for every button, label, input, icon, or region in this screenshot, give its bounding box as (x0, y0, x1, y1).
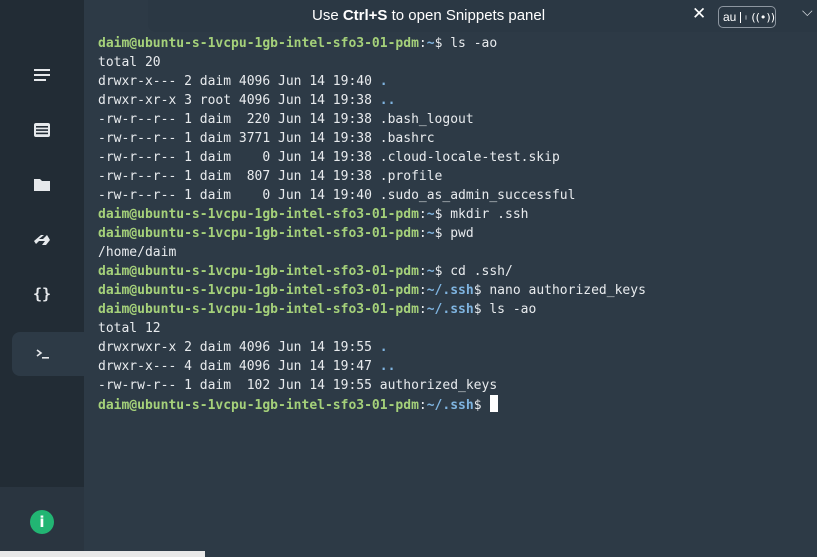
output-text: total 20 (98, 55, 161, 70)
output-text: drwxr-xr-x 3 root 4096 Jun 14 19:38 (98, 93, 380, 108)
prompt-user-host: daim@ubuntu-s-1vcpu-1gb-intel-sfo3-01-pd… (98, 264, 419, 279)
prompt-colon: : (418, 264, 427, 279)
prompt-path: ~ (426, 207, 435, 222)
prompt-path: ~/.ssh (426, 283, 474, 298)
output-line: drwxrwxr-x 2 daim 4096 Jun 14 19:55 . (98, 338, 808, 357)
command-text: pwd (442, 226, 474, 241)
output-line: drwxr-xr-x 3 root 4096 Jun 14 19:38 .. (98, 91, 808, 110)
output-line: total 20 (98, 53, 808, 72)
menu-icon[interactable] (12, 53, 72, 97)
prompt-line: daim@ubuntu-s-1vcpu-1gb-intel-sfo3-01-pd… (98, 34, 808, 53)
text-cursor-mark (740, 11, 741, 23)
output-text: -rw-r--r-- 1 daim 0 Jun 14 19:40 .sudo_a… (98, 188, 576, 203)
prompt-line: daim@ubuntu-s-1vcpu-1gb-intel-sfo3-01-pd… (98, 262, 808, 281)
chevron-down-icon[interactable]: ⌵ (802, 4, 813, 20)
output-text: -rw-r--r-- 1 daim 220 Jun 14 19:38 .bash… (98, 112, 474, 127)
output-line: -rw-r--r-- 1 daim 3771 Jun 14 19:38 .bas… (98, 129, 808, 148)
prompt-colon: : (418, 226, 427, 241)
sidebar-footer: i (0, 487, 84, 557)
output-text: drwxrwxr-x 2 daim 4096 Jun 14 19:55 (98, 340, 380, 355)
terminal-icon[interactable] (12, 332, 84, 376)
banner-prefix: Use (312, 7, 343, 24)
banner-suffix: to open Snippets panel (387, 7, 546, 24)
badge-text: au (723, 10, 737, 24)
snippets-glyph: {} (32, 285, 52, 303)
sidebar: {} i (0, 0, 84, 557)
prompt-line: daim@ubuntu-s-1vcpu-1gb-intel-sfo3-01-pd… (98, 281, 808, 300)
prompt-dollar: $ (473, 398, 482, 413)
folder-icon[interactable] (12, 162, 72, 206)
directory-name: .. (379, 93, 396, 108)
info-glyph: i (39, 513, 45, 531)
command-text: ls -ao (442, 36, 498, 51)
prompt-path: ~ (426, 264, 435, 279)
prompt-colon: : (418, 302, 427, 317)
prompt-user-host: daim@ubuntu-s-1vcpu-1gb-intel-sfo3-01-pd… (98, 398, 419, 413)
command-text: cd .ssh/ (442, 264, 513, 279)
directory-name: . (379, 74, 388, 89)
snippets-icon[interactable]: {} (12, 272, 72, 316)
prompt-user-host: daim@ubuntu-s-1vcpu-1gb-intel-sfo3-01-pd… (98, 207, 419, 222)
broadcast-icon: ((•)) (751, 10, 775, 24)
output-line: -rw-rw-r-- 1 daim 102 Jun 14 19:55 autho… (98, 376, 808, 395)
output-text: /home/daim (98, 245, 177, 260)
output-text: -rw-rw-r-- 1 daim 102 Jun 14 19:55 autho… (98, 378, 498, 393)
prompt-colon: : (418, 398, 427, 413)
prompt-path: ~ (426, 36, 435, 51)
output-text: -rw-r--r-- 1 daim 807 Jun 14 19:38 .prof… (98, 169, 443, 184)
directory-name: .. (379, 359, 396, 374)
terminal-output[interactable]: daim@ubuntu-s-1vcpu-1gb-intel-sfo3-01-pd… (98, 34, 808, 414)
prompt-user-host: daim@ubuntu-s-1vcpu-1gb-intel-sfo3-01-pd… (98, 226, 419, 241)
command-text: mkdir .ssh (442, 207, 529, 222)
output-line: drwxr-x--- 4 daim 4096 Jun 14 19:47 .. (98, 357, 808, 376)
output-text: drwxr-x--- 2 daim 4096 Jun 14 19:40 (98, 74, 380, 89)
info-icon[interactable]: i (30, 510, 54, 534)
prompt-dollar: $ (473, 302, 482, 317)
port-forward-icon[interactable] (12, 218, 72, 262)
prompt-line: daim@ubuntu-s-1vcpu-1gb-intel-sfo3-01-pd… (98, 205, 808, 224)
prompt-colon: : (418, 36, 427, 51)
output-line: drwxr-x--- 2 daim 4096 Jun 14 19:40 . (98, 72, 808, 91)
prompt-user-host: daim@ubuntu-s-1vcpu-1gb-intel-sfo3-01-pd… (98, 36, 419, 51)
output-line: total 12 (98, 319, 808, 338)
output-text: total 12 (98, 321, 161, 336)
command-text: nano authorized_keys (481, 283, 646, 298)
output-line: -rw-r--r-- 1 daim 0 Jun 14 19:40 .sudo_a… (98, 186, 808, 205)
prompt-line: daim@ubuntu-s-1vcpu-1gb-intel-sfo3-01-pd… (98, 224, 808, 243)
output-line: -rw-r--r-- 1 daim 0 Jun 14 19:38 .cloud-… (98, 148, 808, 167)
prompt-line: daim@ubuntu-s-1vcpu-1gb-intel-sfo3-01-pd… (98, 300, 808, 319)
prompt-user-host: daim@ubuntu-s-1vcpu-1gb-intel-sfo3-01-pd… (98, 283, 419, 298)
banner-shortcut: Ctrl+S (342, 7, 388, 24)
prompt-path: ~/.ssh (426, 398, 474, 413)
prompt-colon: : (418, 207, 427, 222)
output-line: -rw-r--r-- 1 daim 220 Jun 14 19:38 .bash… (98, 110, 808, 129)
banner-text: Use Ctrl+S to open Snippets panel (312, 7, 545, 24)
taskbar-edge (0, 551, 205, 557)
prompt-colon: : (418, 283, 427, 298)
directory-name: . (379, 340, 388, 355)
snippets-hint-banner: Use Ctrl+S to open Snippets panel ✕ au (… (148, 0, 817, 32)
output-line: -rw-r--r-- 1 daim 807 Jun 14 19:38 .prof… (98, 167, 808, 186)
close-icon[interactable]: ✕ (692, 4, 706, 24)
prompt-line: daim@ubuntu-s-1vcpu-1gb-intel-sfo3-01-pd… (98, 395, 808, 414)
prompt-dollar: $ (473, 283, 482, 298)
output-text: drwxr-x--- 4 daim 4096 Jun 14 19:47 (98, 359, 380, 374)
command-text: ls -ao (481, 302, 537, 317)
output-text: -rw-r--r-- 1 daim 3771 Jun 14 19:38 .bas… (98, 131, 435, 146)
dot-icon (744, 14, 748, 20)
output-line: /home/daim (98, 243, 808, 262)
command-text (482, 398, 490, 413)
output-text: -rw-r--r-- 1 daim 0 Jun 14 19:38 .cloud-… (98, 150, 560, 165)
prompt-path: ~ (426, 226, 435, 241)
prompt-path: ~/.ssh (426, 302, 474, 317)
hosts-icon[interactable] (12, 108, 72, 152)
input-indicator-badge[interactable]: au ((•)) (718, 6, 776, 28)
terminal-cursor (490, 395, 499, 412)
prompt-user-host: daim@ubuntu-s-1vcpu-1gb-intel-sfo3-01-pd… (98, 302, 419, 317)
